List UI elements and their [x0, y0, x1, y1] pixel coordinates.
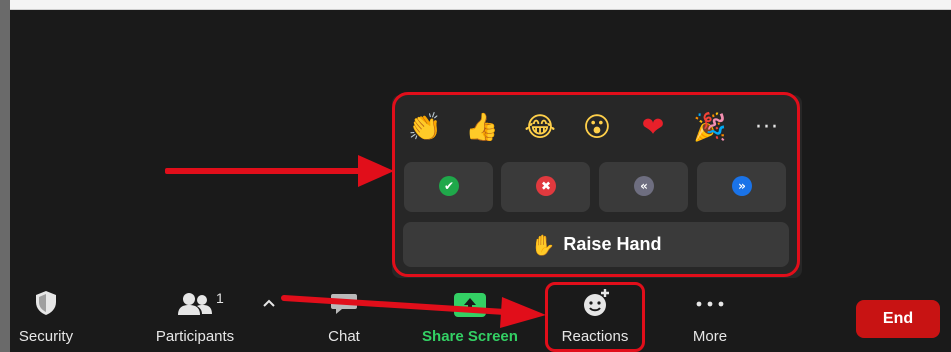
more-label: More	[692, 328, 728, 345]
participants-count: 1	[216, 290, 224, 306]
chevron-up-icon[interactable]	[262, 298, 276, 308]
annotation-arrow-popup-shaft	[165, 168, 365, 174]
no-button[interactable]: ✖	[501, 162, 590, 212]
annotation-arrow-reactions	[281, 295, 546, 328]
speed-up-button[interactable]: »	[697, 162, 786, 212]
thumbs-up-reaction[interactable]: 👍	[463, 108, 501, 148]
x-icon: ✖	[536, 176, 556, 196]
end-meeting-button[interactable]: End	[856, 300, 940, 338]
participants-label: Participants	[155, 328, 235, 345]
top-border-strip	[10, 0, 951, 10]
security-button[interactable]: Security	[10, 290, 82, 350]
raise-hand-label: Raise Hand	[563, 234, 662, 254]
annotation-arrow-popup-head	[358, 155, 394, 187]
security-label: Security	[18, 328, 74, 345]
share-screen-label: Share Screen	[422, 328, 518, 345]
clap-reaction[interactable]: 👏	[406, 108, 444, 148]
slow-down-button[interactable]: «	[599, 162, 688, 212]
party-reaction[interactable]: 🎉	[691, 108, 729, 148]
more-reactions-button[interactable]: ···	[748, 108, 786, 148]
reactions-button[interactable]: Reactions	[550, 288, 640, 350]
left-border-strip	[0, 0, 10, 352]
people-icon	[178, 293, 212, 315]
laugh-reaction[interactable]: 😂	[521, 108, 559, 148]
check-icon: ✔	[439, 176, 459, 196]
fast-forward-icon: »	[732, 176, 752, 196]
chat-label: Chat	[328, 328, 360, 345]
participants-button[interactable]: 1 Participants	[145, 290, 245, 350]
raised-hand-icon: ✋	[530, 232, 556, 257]
more-dots-icon	[696, 301, 724, 307]
shield-icon	[36, 291, 56, 315]
surprised-reaction[interactable]: 😮	[578, 108, 616, 148]
reactions-label: Reactions	[561, 328, 629, 345]
heart-reaction[interactable]: ❤	[634, 108, 672, 148]
rewind-icon: «	[634, 176, 654, 196]
raise-hand-button[interactable]: ✋ Raise Hand	[403, 222, 789, 267]
more-button[interactable]: More	[680, 290, 740, 350]
smile-plus-icon	[584, 289, 609, 316]
yes-button[interactable]: ✔	[404, 162, 493, 212]
